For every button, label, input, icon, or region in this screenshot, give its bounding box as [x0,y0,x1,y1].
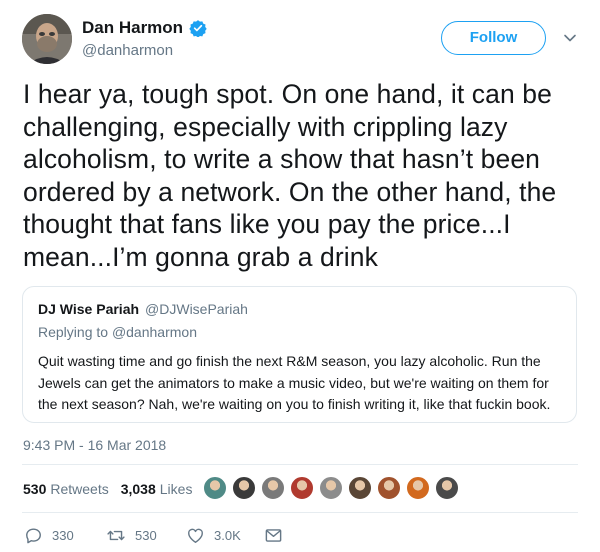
engagement-stats: 530 Retweets 3,038 Likes [23,481,192,497]
direct-message-button[interactable] [264,526,283,545]
retweet-count: 530 [135,528,157,543]
follow-button[interactable]: Follow [441,21,546,55]
quoted-tweet[interactable]: DJ Wise Pariah @DJWisePariah Replying to… [22,286,577,423]
liker-avatar[interactable] [290,476,314,500]
tweet-card: Dan Harmon @danharmon Follow I hear ya, … [0,0,600,552]
author-handle[interactable]: @danharmon [82,42,207,59]
liker-avatar[interactable] [435,476,459,500]
chevron-down-icon[interactable] [562,30,578,46]
likes-label[interactable]: Likes [160,481,193,497]
quoted-replying-to: Replying to @danharmon [38,324,197,340]
liker-avatar[interactable] [406,476,430,500]
liker-avatar[interactable] [348,476,372,500]
like-button[interactable]: 3.0K [186,526,241,545]
liker-avatar[interactable] [261,476,285,500]
profile-photo-icon [22,14,72,64]
liker-avatar[interactable] [377,476,401,500]
verified-badge-icon [189,20,207,37]
like-count: 3.0K [214,528,241,543]
liker-avatar[interactable] [203,476,227,500]
retweet-button[interactable]: 530 [106,526,157,545]
retweets-count[interactable]: 530 [23,481,46,497]
reply-button[interactable]: 330 [24,526,74,545]
divider [22,512,578,513]
heart-icon [188,528,203,543]
retweet-icon [107,530,125,541]
quoted-author-name: DJ Wise Pariah [38,301,140,317]
reply-icon [26,528,41,544]
replying-to-prefix: Replying to [38,324,109,340]
author-block: Dan Harmon @danharmon [82,17,207,59]
author-name[interactable]: Dan Harmon [82,18,183,38]
liker-avatars [203,476,464,500]
reply-count: 330 [52,528,74,543]
quoted-author: DJ Wise Pariah @DJWisePariah [38,301,248,317]
avatar[interactable] [22,14,72,64]
tweet-text: I hear ya, tough spot. On one hand, it c… [23,79,557,272]
retweets-label[interactable]: Retweets [50,481,108,497]
liker-avatar[interactable] [319,476,343,500]
likes-count[interactable]: 3,038 [121,481,156,497]
quoted-text: Quit wasting time and go finish the next… [38,353,551,412]
quoted-author-handle: @DJWisePariah [145,301,248,317]
liker-avatar[interactable] [232,476,256,500]
divider [22,464,578,465]
replying-to-handle[interactable]: @danharmon [112,324,197,340]
envelope-icon [265,529,282,542]
timestamp[interactable]: 9:43 PM - 16 Mar 2018 [23,437,166,453]
